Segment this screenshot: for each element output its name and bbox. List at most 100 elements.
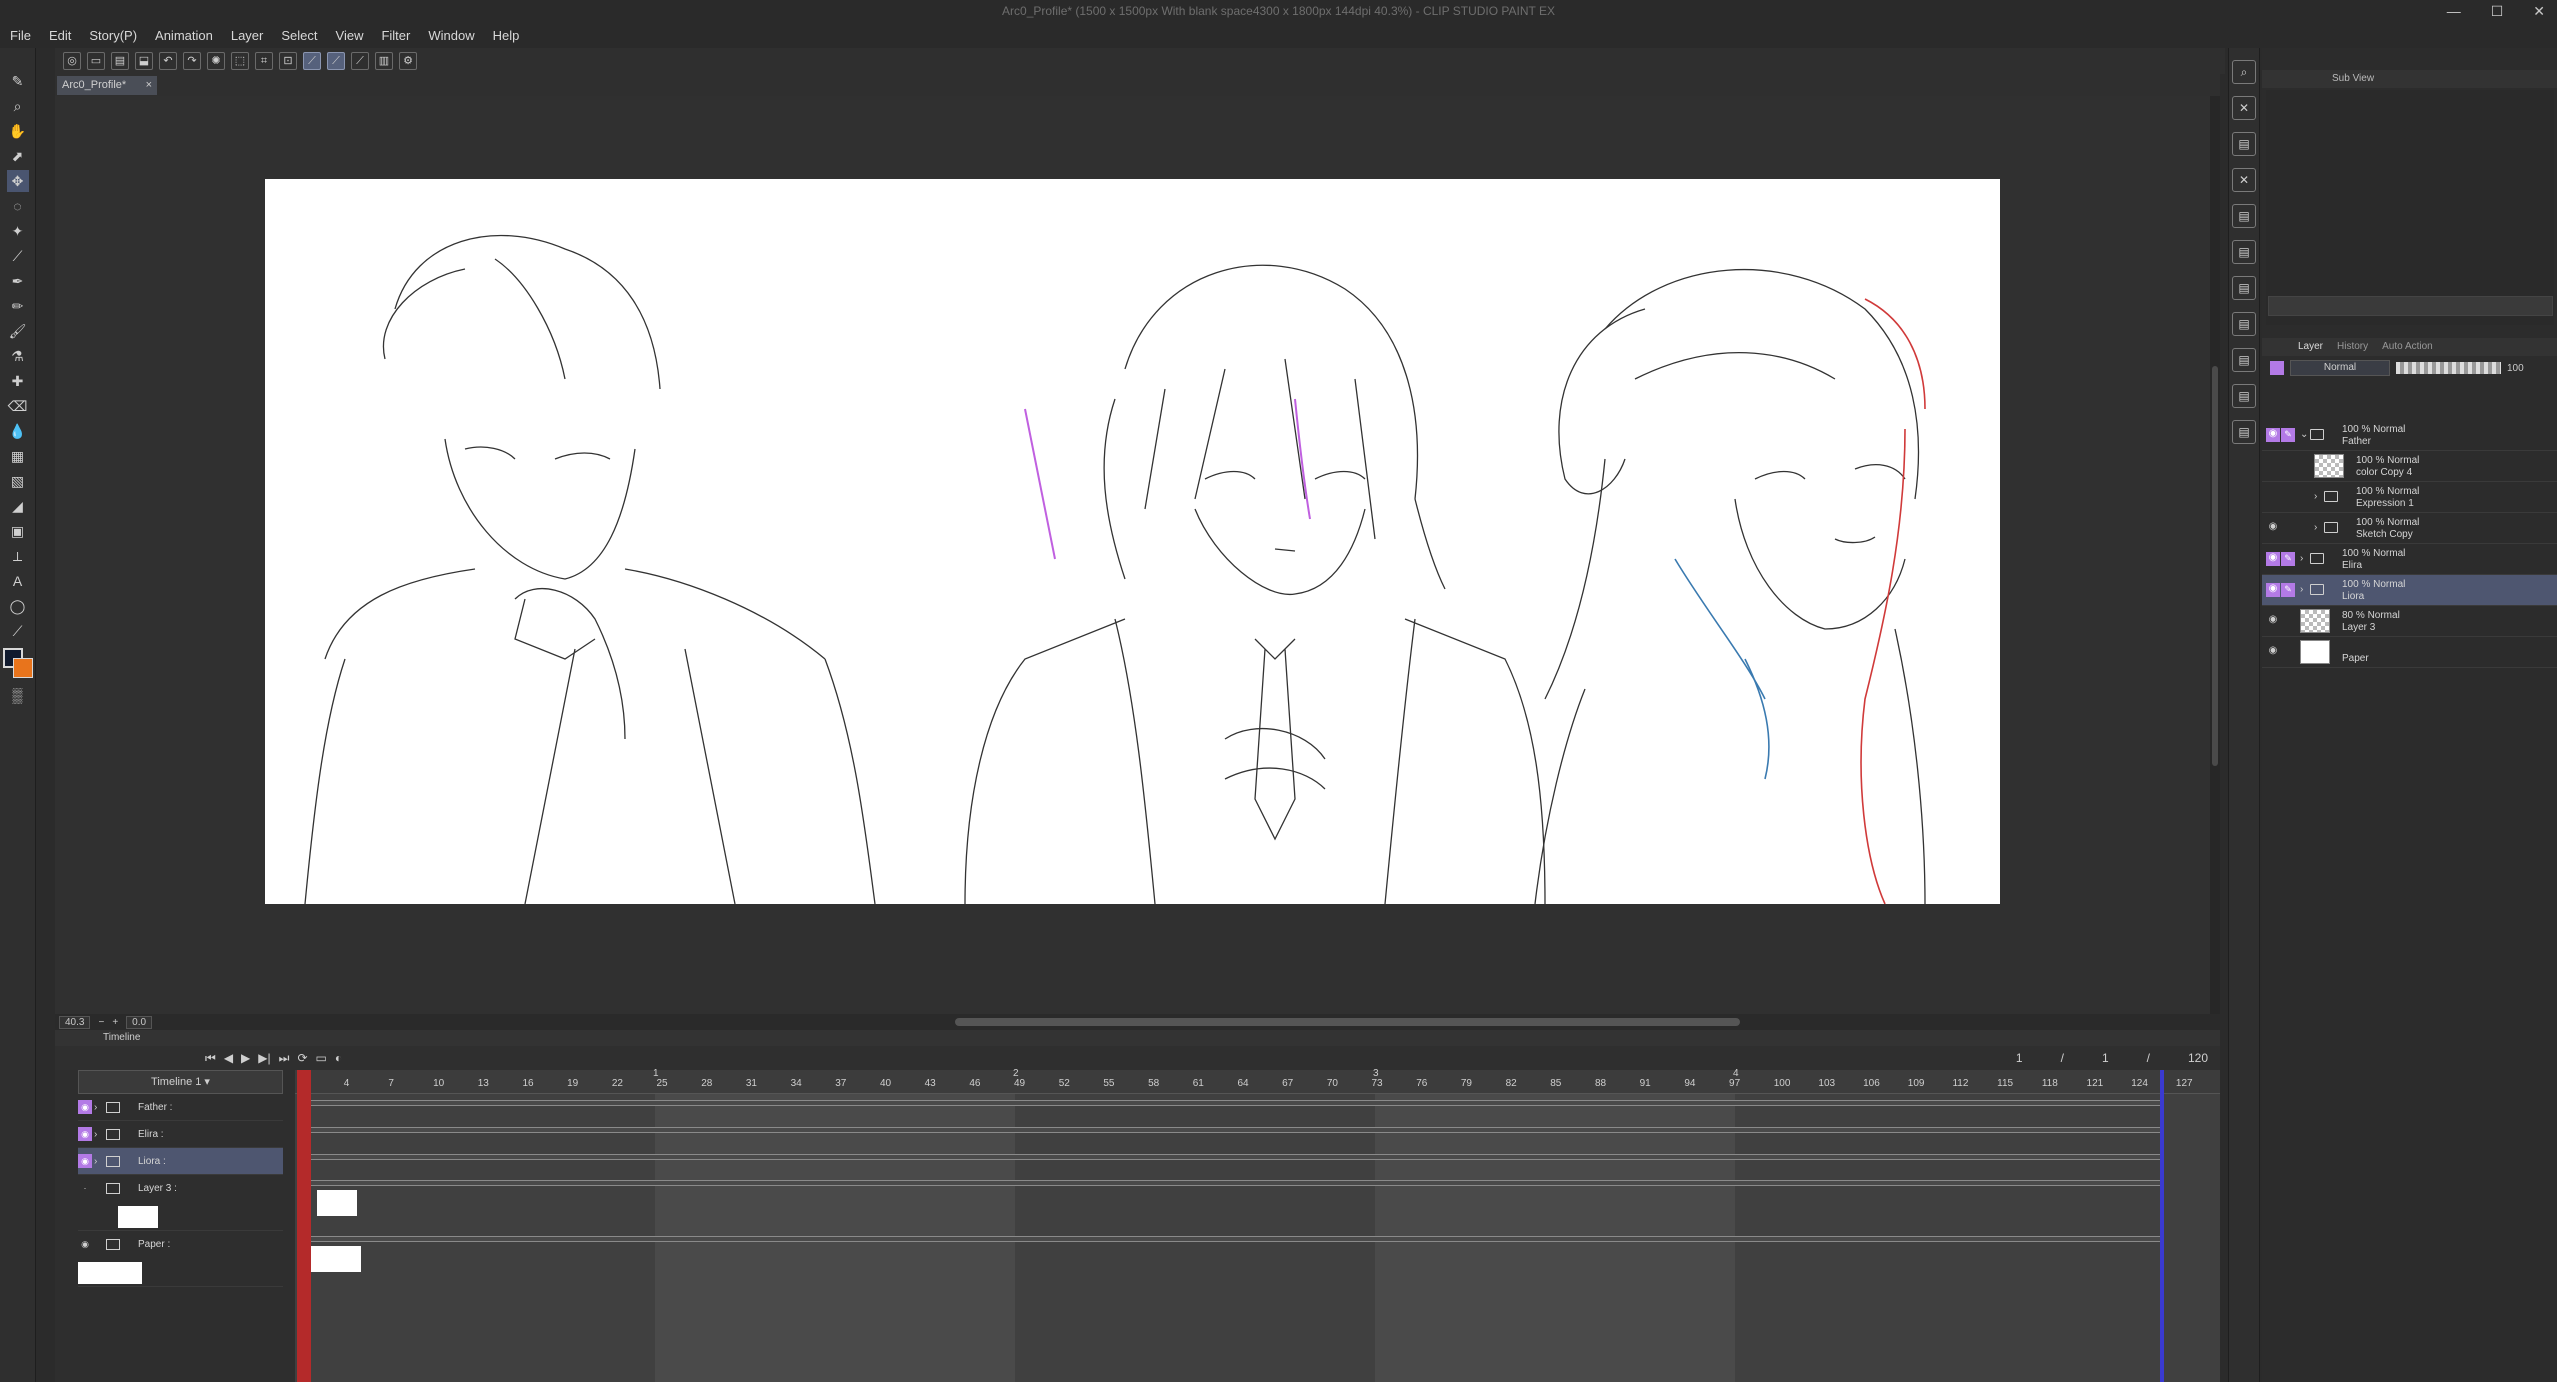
- zoom-out-icon[interactable]: −: [98, 1017, 104, 1028]
- maximize-button[interactable]: ☐: [2491, 0, 2504, 22]
- eraser-icon[interactable]: ⌫: [7, 395, 29, 417]
- eye-icon[interactable]: ◉: [78, 1154, 92, 1168]
- edit-target-icon[interactable]: [2281, 490, 2295, 504]
- chevron-right-icon[interactable]: ›: [94, 1148, 97, 1175]
- transparent-color-icon[interactable]: ▒: [7, 684, 29, 706]
- chevron-right-icon[interactable]: ›: [2314, 491, 2317, 503]
- pen-pressure-icon[interactable]: ▥: [375, 52, 393, 70]
- canvas-vertical-scrollbar[interactable]: [2210, 96, 2220, 1014]
- zoom-tool-icon[interactable]: ⌕: [7, 95, 29, 117]
- ruler-icon[interactable]: ⟂: [7, 545, 29, 567]
- new-story-icon[interactable]: ▤: [111, 52, 129, 70]
- eye-icon[interactable]: [2266, 459, 2280, 473]
- eye-icon[interactable]: ◉: [78, 1100, 92, 1114]
- eye-icon[interactable]: ◉: [78, 1237, 92, 1251]
- eye-icon[interactable]: ◉: [2266, 552, 2280, 566]
- pen-tool-icon[interactable]: ✎: [7, 70, 29, 92]
- deselect-icon[interactable]: ⬚: [231, 52, 249, 70]
- magic-wand-tool-icon[interactable]: ✦: [7, 220, 29, 242]
- edit-target-icon[interactable]: ✎: [2281, 552, 2295, 566]
- menu-edit[interactable]: Edit: [49, 28, 71, 43]
- edit-target-icon[interactable]: [2281, 459, 2295, 473]
- zoom-in-icon[interactable]: +: [112, 1017, 118, 1028]
- opacity-value[interactable]: 100: [2507, 363, 2524, 374]
- opacity-slider[interactable]: [2396, 362, 2501, 374]
- blend-icon[interactable]: 💧: [7, 420, 29, 442]
- edit-target-icon[interactable]: [2281, 645, 2295, 659]
- edit-target-icon[interactable]: ✎: [2281, 583, 2295, 597]
- subview-tab[interactable]: Sub View: [2332, 73, 2374, 84]
- eye-icon[interactable]: ◉: [2266, 521, 2280, 535]
- layer-row[interactable]: ◉ ✎ › 100 % Normal Elira: [2262, 544, 2557, 575]
- material-4-icon[interactable]: ▤: [2232, 204, 2256, 228]
- pen-icon[interactable]: ✒: [7, 270, 29, 292]
- chevron-right-icon[interactable]: ›: [2314, 522, 2317, 534]
- brush-icon[interactable]: 🖌: [7, 320, 29, 342]
- zoom-level[interactable]: 40.3: [59, 1015, 91, 1029]
- folder-track-bar[interactable]: [307, 1154, 2162, 1160]
- playhead[interactable]: [297, 1070, 311, 1382]
- save-icon[interactable]: ⬓: [135, 52, 153, 70]
- text-tool-icon[interactable]: A: [7, 570, 29, 592]
- gradient-icon[interactable]: ▧: [7, 470, 29, 492]
- eyedropper-tool-icon[interactable]: ⟋: [7, 245, 29, 267]
- chevron-down-icon[interactable]: ⌄: [2300, 429, 2308, 441]
- frame-border-icon[interactable]: ▣: [7, 520, 29, 542]
- menu-filter[interactable]: Filter: [381, 28, 410, 43]
- folder-track-bar[interactable]: [307, 1127, 2162, 1133]
- app-icon[interactable]: ◎: [63, 52, 81, 70]
- track-paper[interactable]: ◉ Paper :: [78, 1231, 283, 1287]
- menu-story[interactable]: Story(P): [89, 28, 137, 43]
- new-animation-cel-icon[interactable]: ▭: [316, 1051, 327, 1065]
- layer-row[interactable]: ◉ Paper: [2262, 637, 2557, 668]
- operation-tool-icon[interactable]: ⬈: [7, 145, 29, 167]
- new-file-icon[interactable]: ▭: [87, 52, 105, 70]
- rotation-angle[interactable]: 0.0: [126, 1015, 153, 1029]
- material-9-icon[interactable]: ▤: [2232, 384, 2256, 408]
- balloon-tool-icon[interactable]: ◯: [7, 595, 29, 617]
- canvas-area[interactable]: [55, 96, 2220, 1014]
- decoration-icon[interactable]: ✚: [7, 370, 29, 392]
- track-elira[interactable]: ◉ › Elira :: [78, 1121, 283, 1148]
- menu-window[interactable]: Window: [428, 28, 474, 43]
- menu-layer[interactable]: Layer: [231, 28, 264, 43]
- folder-track-bar[interactable]: [307, 1100, 2162, 1106]
- close-button[interactable]: ✕: [2533, 0, 2545, 22]
- airbrush-icon[interactable]: ⚗: [7, 345, 29, 367]
- hand-tool-icon[interactable]: ✋: [7, 120, 29, 142]
- figure-icon[interactable]: ◢: [7, 495, 29, 517]
- chevron-right-icon[interactable]: ›: [94, 1121, 97, 1148]
- play-icon[interactable]: ▶: [241, 1051, 250, 1065]
- current-frame[interactable]: 1: [2016, 1046, 2023, 1070]
- layer-row[interactable]: ◉ › 100 % Normal Sketch Copy: [2262, 513, 2557, 544]
- menu-view[interactable]: View: [336, 28, 364, 43]
- edit-target-icon[interactable]: ✎: [2281, 428, 2295, 442]
- material-2-icon[interactable]: ▤: [2232, 132, 2256, 156]
- chevron-right-icon[interactable]: ›: [2300, 584, 2303, 596]
- tab-auto-action[interactable]: Auto Action: [2382, 338, 2433, 356]
- canvas-horizontal-scrollbar[interactable]: [955, 1018, 1740, 1026]
- eye-icon[interactable]: ◉: [78, 1127, 92, 1141]
- last-frame-icon[interactable]: ⏭: [279, 1051, 290, 1066]
- pencil-icon[interactable]: ✏: [7, 295, 29, 317]
- eye-icon[interactable]: ◉: [2266, 583, 2280, 597]
- eye-icon[interactable]: [2266, 490, 2280, 504]
- animation-cel[interactable]: [317, 1190, 357, 1216]
- vertical-scroll-thumb[interactable]: [2212, 366, 2218, 766]
- settings-icon[interactable]: ⚙: [399, 52, 417, 70]
- layer-track-bar[interactable]: [307, 1180, 2162, 1186]
- timeline-frames[interactable]: 1471013161922252831343740434649525558616…: [295, 1068, 2220, 1382]
- correct-line-icon[interactable]: ⟋: [7, 620, 29, 642]
- eye-icon[interactable]: ◉: [2266, 614, 2280, 628]
- fill-icon[interactable]: ▦: [7, 445, 29, 467]
- timeline-name-select[interactable]: Timeline 1 ▾: [78, 1070, 283, 1094]
- total-frames[interactable]: 120: [2188, 1046, 2208, 1070]
- snap-ruler-icon[interactable]: ⟋: [303, 52, 321, 70]
- layer-property-bar[interactable]: [2268, 296, 2553, 316]
- track-layer-3[interactable]: · Layer 3 :: [78, 1175, 283, 1231]
- material-8-icon[interactable]: ▤: [2232, 348, 2256, 372]
- blend-mode-select[interactable]: Normal: [2290, 360, 2390, 376]
- snap-grid-icon[interactable]: ⟋: [351, 52, 369, 70]
- undo-icon[interactable]: ↶: [159, 52, 177, 70]
- crop-icon[interactable]: ⊡: [279, 52, 297, 70]
